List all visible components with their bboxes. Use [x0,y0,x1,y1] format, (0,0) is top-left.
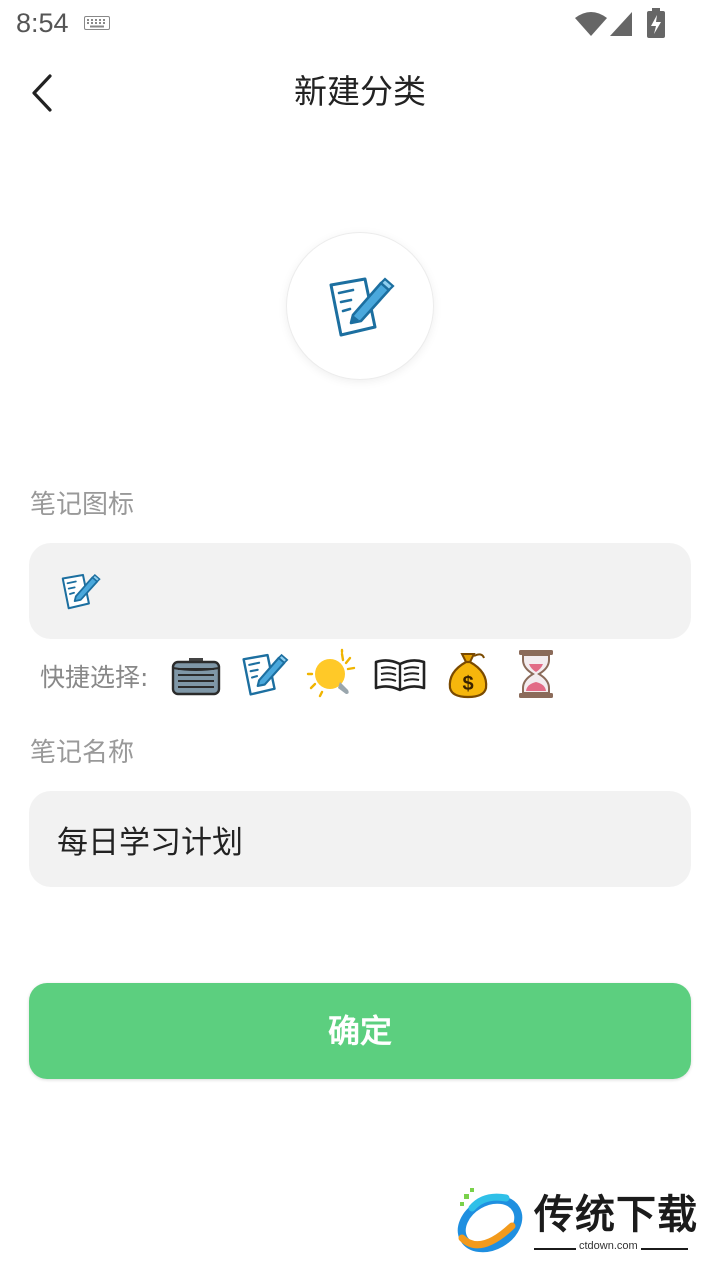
app-header: 新建分类 [0,50,720,136]
watermark-logo: 传统下载 ctdown.com [446,1180,698,1260]
name-field[interactable] [29,791,691,887]
quick-select-row: 快捷选择: $ [40,646,680,702]
icon-section-label: 笔记图标 [30,490,135,520]
hourglass-icon [519,650,553,698]
page-title: 新建分类 [294,72,426,111]
status-time: 8:54 [16,8,69,38]
name-input[interactable] [57,815,657,863]
signal-icon [610,12,632,36]
keyboard-icon [84,16,110,30]
confirm-button[interactable]: 确定 [29,983,691,1079]
category-icon-preview [287,233,433,379]
quick-option-lightbulb[interactable] [306,648,358,700]
memo-pencil-icon [329,277,395,337]
quick-option-memo[interactable] [238,648,290,700]
memo-pencil-icon [61,573,101,610]
quick-option-briefcase[interactable] [170,648,222,700]
battery-charging-icon [647,8,665,38]
open-book-icon [374,659,426,692]
briefcase-icon [171,658,221,696]
ctdown-logo-icon [457,1188,523,1253]
watermark-brand: 传统下载 [534,1192,698,1238]
watermark-url: ctdown.com [576,1240,641,1252]
svg-text:$: $ [462,673,473,695]
quick-select-label: 快捷选择: [40,663,149,692]
quick-option-money-bag[interactable]: $ [442,648,494,700]
icon-field[interactable] [29,543,691,639]
wifi-icon [575,12,607,36]
money-bag-icon: $ [448,653,488,699]
status-bar: 8:54 [0,0,720,50]
name-section-label: 笔记名称 [30,738,135,768]
lightbulb-icon [306,648,356,698]
quick-option-book[interactable] [374,648,426,700]
quick-option-hourglass[interactable] [510,648,562,700]
memo-pencil-icon [242,653,289,696]
